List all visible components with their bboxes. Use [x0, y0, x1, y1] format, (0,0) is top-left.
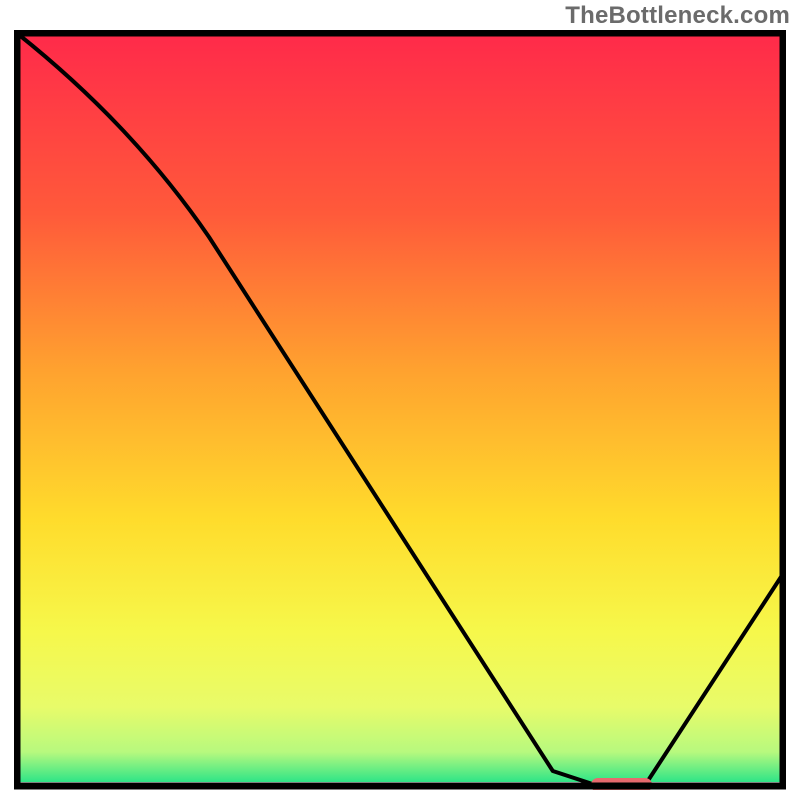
bottleneck-chart: TheBottleneck.com [0, 0, 800, 800]
chart-canvas [14, 30, 786, 790]
plot-background [18, 34, 782, 782]
watermark-text: TheBottleneck.com [565, 2, 790, 30]
